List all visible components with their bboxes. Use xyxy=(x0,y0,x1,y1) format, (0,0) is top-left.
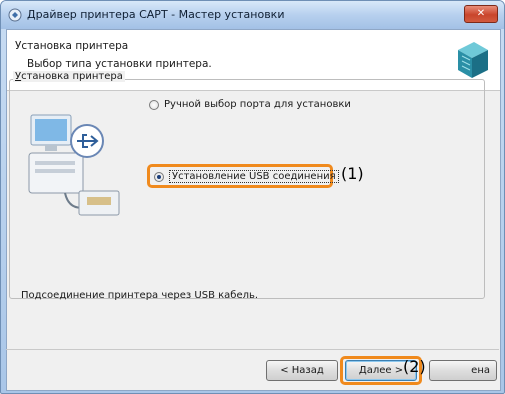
manual-port-option[interactable]: Ручной выбор порта для установки xyxy=(149,99,351,110)
usb-connection-label: Установление USB соединения xyxy=(169,170,339,183)
printer-cube-icon xyxy=(458,42,488,78)
usb-connection-option[interactable]: Установление USB соединения xyxy=(154,170,339,183)
computer-usb-icon xyxy=(28,114,120,216)
manual-port-label: Ручной выбор порта для установки xyxy=(164,99,351,110)
manual-port-radio[interactable] xyxy=(149,99,159,110)
callout-2: (2) xyxy=(403,357,426,376)
page-subtitle: Выбор типа установки принтера. xyxy=(27,58,212,70)
description-text: Подсоединение принтера через USB кабель. xyxy=(21,290,259,301)
window-title: Драйвер принтера CAPT - Мастер установки xyxy=(27,8,285,21)
back-button[interactable]: < Назад xyxy=(266,360,338,381)
title-bar[interactable]: Драйвер принтера CAPT - Мастер установки… xyxy=(1,1,504,29)
callout-1: (1) xyxy=(341,164,364,183)
usb-connection-radio[interactable] xyxy=(154,171,164,182)
installer-window: Драйвер принтера CAPT - Мастер установки… xyxy=(0,0,505,394)
close-button[interactable]: ✕ xyxy=(464,5,498,23)
page-title: Установка принтера xyxy=(15,40,129,52)
group-legend: Установка принтера xyxy=(13,71,125,82)
printer-icon xyxy=(8,8,22,22)
footer-divider xyxy=(6,349,499,350)
cancel-button[interactable]: ена xyxy=(429,360,497,381)
